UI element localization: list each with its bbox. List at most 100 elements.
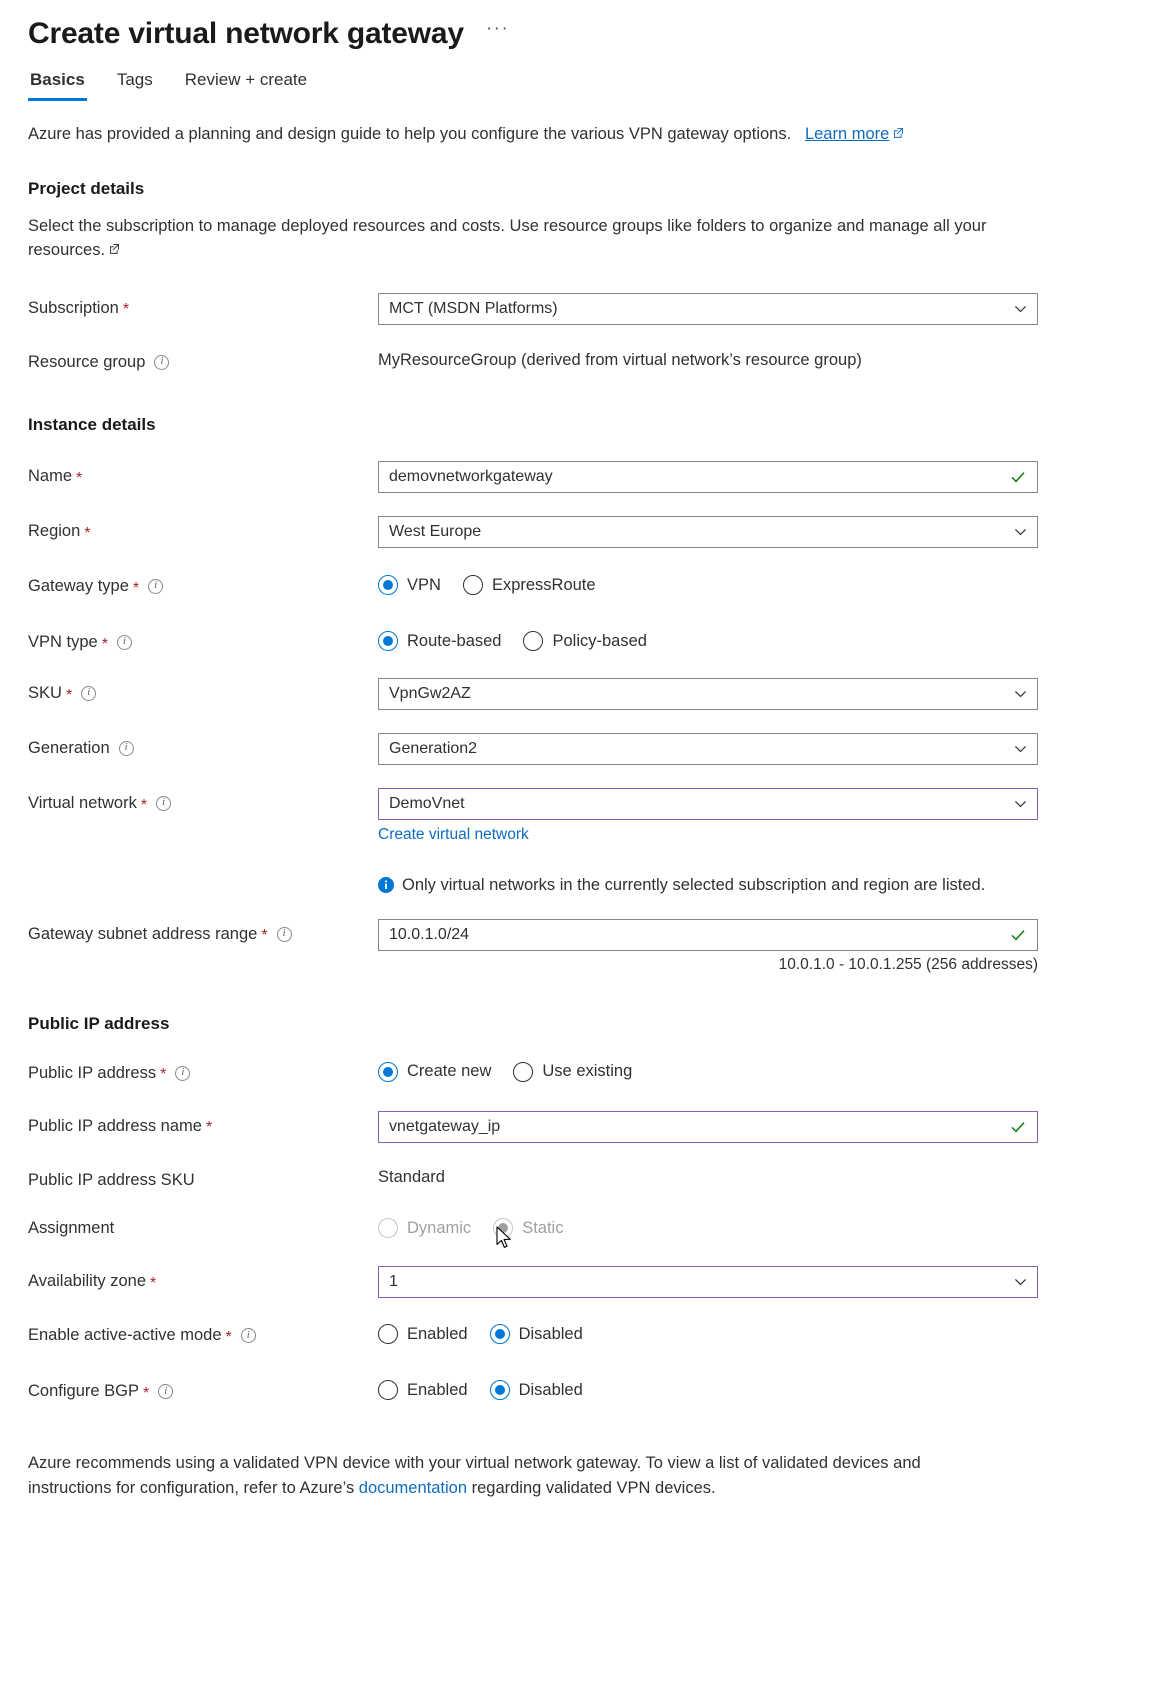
create-virtual-network-link[interactable]: Create virtual network xyxy=(378,820,1130,844)
availability-zone-label-text: Availability zone xyxy=(28,1272,147,1291)
subscription-label-text: Subscription xyxy=(28,298,119,317)
sku-dropdown[interactable]: VpnGw2AZ xyxy=(378,678,1038,711)
availability-zone-value: 1 xyxy=(389,1273,398,1291)
external-link-icon[interactable] xyxy=(109,243,120,254)
required-asterisk: * xyxy=(65,686,73,704)
chevron-down-icon xyxy=(1014,743,1027,756)
public-ip-sku-row: Public IP address SKU Standard xyxy=(0,1143,1158,1191)
configure-bgp-option-disabled[interactable]: Disabled xyxy=(489,1380,583,1401)
intro-text: Azure has provided a planning and design… xyxy=(0,101,1158,147)
public-ip-name-row: Public IP address name * vnetgateway_ip xyxy=(0,1088,1158,1143)
radio-icon xyxy=(378,1324,398,1345)
gateway-type-control: VPN ExpressRoute xyxy=(378,569,1130,601)
public-ip-option-use-existing[interactable]: Use existing xyxy=(513,1061,633,1082)
gateway-subnet-input[interactable]: 10.0.1.0/24 xyxy=(378,918,1038,951)
region-row: Region * West Europe xyxy=(0,493,1158,549)
chevron-down-icon xyxy=(1014,688,1027,701)
vnet-info-banner-row: Only virtual networks in the currently s… xyxy=(0,844,1158,896)
generation-row: Generation i Generation2 xyxy=(0,710,1158,766)
info-icon[interactable]: i xyxy=(156,796,172,812)
vpn-type-option-policy-based-label: Policy-based xyxy=(552,631,647,650)
required-asterisk: * xyxy=(132,579,140,597)
intro-description: Azure has provided a planning and design… xyxy=(28,125,792,143)
public-ip-option-create-new[interactable]: Create new xyxy=(378,1061,491,1082)
active-active-option-disabled[interactable]: Disabled xyxy=(489,1324,583,1345)
documentation-link[interactable]: documentation xyxy=(359,1479,467,1497)
vpn-type-option-policy-based[interactable]: Policy-based xyxy=(523,631,647,652)
info-icon[interactable]: i xyxy=(118,741,134,757)
learn-more-link[interactable]: Learn more xyxy=(805,125,889,143)
region-value: West Europe xyxy=(389,523,482,541)
more-options-button[interactable]: ··· xyxy=(486,19,509,48)
public-ip-sku-control: Standard xyxy=(378,1165,1130,1187)
external-link-icon xyxy=(893,127,904,138)
title-row: Create virtual network gateway ··· xyxy=(0,0,1158,53)
region-control: West Europe xyxy=(378,516,1130,549)
configure-bgp-row: Configure BGP * i Enabled Disabled xyxy=(0,1350,1158,1406)
active-active-option-enabled[interactable]: Enabled xyxy=(378,1324,468,1345)
region-label-text: Region xyxy=(28,522,81,541)
chevron-down-icon xyxy=(1014,302,1027,315)
assignment-option-static: Static xyxy=(493,1218,564,1239)
resource-group-control: MyResourceGroup (derived from virtual ne… xyxy=(378,347,1130,370)
generation-label-text: Generation xyxy=(28,739,110,758)
public-ip-sku-label-text: Public IP address SKU xyxy=(28,1170,195,1189)
name-input[interactable]: demovnetworkgateway xyxy=(378,461,1038,494)
radio-icon xyxy=(462,575,483,596)
availability-zone-dropdown[interactable]: 1 xyxy=(378,1266,1038,1299)
info-icon[interactable]: i xyxy=(148,579,164,595)
region-label: Region * xyxy=(28,516,378,542)
configure-bgp-label-text: Configure BGP xyxy=(28,1382,139,1401)
subscription-dropdown[interactable]: MCT (MSDN Platforms) xyxy=(378,292,1038,325)
tab-tags[interactable]: Tags xyxy=(115,70,155,101)
create-virtual-network-gateway-page: Create virtual network gateway ··· Basic… xyxy=(0,0,1158,1682)
tab-bar: Basics Tags Review + create xyxy=(0,53,1158,101)
info-icon[interactable]: i xyxy=(175,1065,191,1081)
validated-device-note-after: regarding validated VPN devices. xyxy=(467,1479,716,1498)
vpn-type-option-route-based[interactable]: Route-based xyxy=(378,631,502,652)
sku-control: VpnGw2AZ xyxy=(378,678,1130,711)
info-icon[interactable]: i xyxy=(116,635,132,651)
tab-review-create[interactable]: Review + create xyxy=(183,70,309,101)
generation-dropdown[interactable]: Generation2 xyxy=(378,733,1038,766)
vnet-info-control: Only virtual networks in the currently s… xyxy=(378,875,1130,896)
vpn-type-option-route-based-label: Route-based xyxy=(407,631,502,650)
radio-icon xyxy=(378,1218,398,1239)
assignment-row: Assignment Dynamic Static xyxy=(0,1190,1158,1244)
availability-zone-control: 1 xyxy=(378,1266,1130,1299)
radio-icon xyxy=(523,631,544,652)
configure-bgp-option-enabled-label: Enabled xyxy=(407,1380,468,1399)
sku-row: SKU * i VpnGw2AZ xyxy=(0,657,1158,711)
assignment-option-dynamic: Dynamic xyxy=(378,1218,472,1239)
public-ip-name-label: Public IP address name * xyxy=(28,1111,378,1137)
tab-basics[interactable]: Basics xyxy=(28,70,87,101)
info-icon[interactable]: i xyxy=(240,1328,256,1344)
info-icon[interactable]: i xyxy=(158,1384,174,1400)
active-active-row: Enable active-active mode * i Enabled Dis… xyxy=(0,1298,1158,1350)
generation-value: Generation2 xyxy=(389,740,478,758)
gateway-type-label-text: Gateway type xyxy=(28,577,129,596)
assignment-option-dynamic-label: Dynamic xyxy=(407,1218,472,1237)
public-ip-option-use-existing-label: Use existing xyxy=(542,1062,633,1081)
assignment-option-static-label: Static xyxy=(522,1218,564,1237)
configure-bgp-option-enabled[interactable]: Enabled xyxy=(378,1380,468,1401)
availability-zone-row: Availability zone * 1 xyxy=(0,1244,1158,1299)
assignment-radio-group: Dynamic Static xyxy=(378,1212,1130,1244)
virtual-network-row: Virtual network * i DemoVnet Create virtu… xyxy=(0,765,1158,844)
info-icon[interactable]: i xyxy=(81,686,97,702)
region-dropdown[interactable]: West Europe xyxy=(378,516,1038,549)
info-icon[interactable]: i xyxy=(276,926,292,942)
virtual-network-label: Virtual network * i xyxy=(28,788,378,814)
public-ip-name-input[interactable]: vnetgateway_ip xyxy=(378,1110,1038,1143)
virtual-network-dropdown[interactable]: DemoVnet xyxy=(378,788,1038,821)
sku-label: SKU * i xyxy=(28,678,378,704)
resource-group-row: Resource group i MyResourceGroup (derive… xyxy=(0,325,1158,373)
gateway-type-option-vpn[interactable]: VPN xyxy=(378,575,441,596)
required-asterisk: * xyxy=(142,1384,150,1402)
radio-icon xyxy=(378,1380,398,1401)
validated-device-note: Azure recommends using a validated VPN d… xyxy=(0,1406,1030,1501)
name-label: Name * xyxy=(28,461,378,487)
info-icon[interactable]: i xyxy=(154,354,170,370)
gateway-type-option-expressroute[interactable]: ExpressRoute xyxy=(462,575,596,596)
project-details-description: Select the subscription to manage deploy… xyxy=(0,199,1030,263)
